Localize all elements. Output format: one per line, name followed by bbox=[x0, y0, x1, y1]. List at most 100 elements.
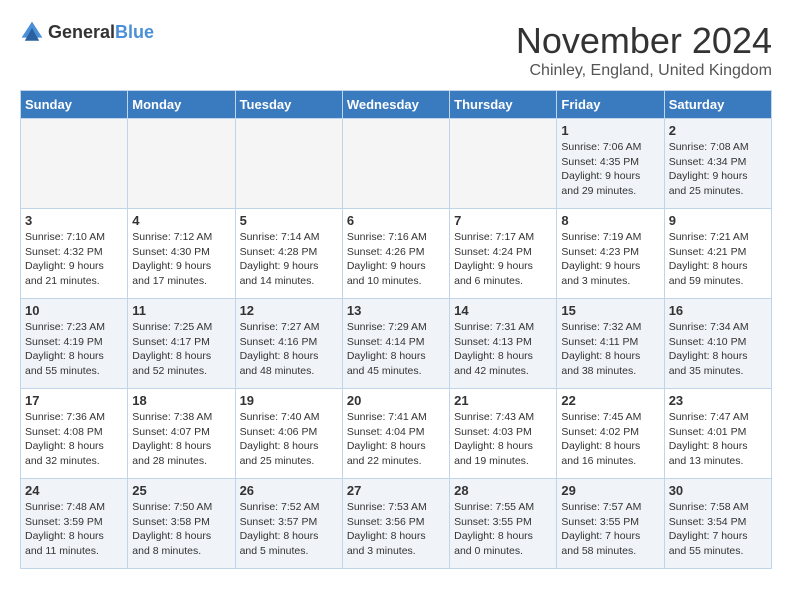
calendar-cell: 22 Sunrise: 7:45 AMSunset: 4:02 PMDayligh… bbox=[557, 389, 664, 479]
day-info: Sunrise: 7:32 AMSunset: 4:11 PMDaylight:… bbox=[561, 320, 659, 379]
calendar-week-row: 1 Sunrise: 7:06 AMSunset: 4:35 PMDaylight… bbox=[21, 119, 772, 209]
calendar-cell bbox=[235, 119, 342, 209]
calendar-cell bbox=[450, 119, 557, 209]
calendar-cell: 17 Sunrise: 7:36 AMSunset: 4:08 PMDayligh… bbox=[21, 389, 128, 479]
day-number: 5 bbox=[240, 213, 338, 228]
day-info: Sunrise: 7:58 AMSunset: 3:54 PMDaylight:… bbox=[669, 500, 767, 559]
logo-icon bbox=[20, 20, 44, 44]
day-number: 26 bbox=[240, 483, 338, 498]
day-info: Sunrise: 7:27 AMSunset: 4:16 PMDaylight:… bbox=[240, 320, 338, 379]
day-info: Sunrise: 7:38 AMSunset: 4:07 PMDaylight:… bbox=[132, 410, 230, 469]
day-number: 12 bbox=[240, 303, 338, 318]
day-number: 10 bbox=[25, 303, 123, 318]
day-number: 15 bbox=[561, 303, 659, 318]
calendar-cell: 19Sunrise: 7:40 AMSunset: 4:06 PMDayligh… bbox=[235, 389, 342, 479]
location-subtitle: Chinley, England, United Kingdom bbox=[516, 62, 772, 80]
calendar-cell: 16 Sunrise: 7:34 AMSunset: 4:10 PMDayligh… bbox=[664, 299, 771, 389]
day-info: Sunrise: 7:50 AMSunset: 3:58 PMDaylight:… bbox=[132, 500, 230, 559]
day-info: Sunrise: 7:21 AMSunset: 4:21 PMDaylight:… bbox=[669, 230, 767, 289]
day-info: Sunrise: 7:45 AMSunset: 4:02 PMDaylight:… bbox=[561, 410, 659, 469]
day-info: Sunrise: 7:53 AMSunset: 3:56 PMDaylight:… bbox=[347, 500, 445, 559]
day-number: 11 bbox=[132, 303, 230, 318]
calendar-cell: 30 Sunrise: 7:58 AMSunset: 3:54 PMDayligh… bbox=[664, 479, 771, 569]
day-number: 22 bbox=[561, 393, 659, 408]
calendar-cell: 10 Sunrise: 7:23 AMSunset: 4:19 PMDayligh… bbox=[21, 299, 128, 389]
day-info: Sunrise: 7:25 AMSunset: 4:17 PMDaylight:… bbox=[132, 320, 230, 379]
day-info: Sunrise: 7:14 AMSunset: 4:28 PMDaylight:… bbox=[240, 230, 338, 289]
day-number: 1 bbox=[561, 123, 659, 138]
calendar-cell: 6Sunrise: 7:16 AMSunset: 4:26 PMDaylight… bbox=[342, 209, 449, 299]
day-info: Sunrise: 7:29 AMSunset: 4:14 PMDaylight:… bbox=[347, 320, 445, 379]
calendar-cell: 20 Sunrise: 7:41 AMSunset: 4:04 PMDayligh… bbox=[342, 389, 449, 479]
calendar-cell: 29 Sunrise: 7:57 AMSunset: 3:55 PMDayligh… bbox=[557, 479, 664, 569]
calendar-cell: 28 Sunrise: 7:55 AMSunset: 3:55 PMDayligh… bbox=[450, 479, 557, 569]
day-info: Sunrise: 7:31 AMSunset: 4:13 PMDaylight:… bbox=[454, 320, 552, 379]
day-number: 29 bbox=[561, 483, 659, 498]
calendar-cell: 15 Sunrise: 7:32 AMSunset: 4:11 PMDayligh… bbox=[557, 299, 664, 389]
day-info: Sunrise: 7:52 AMSunset: 3:57 PMDaylight:… bbox=[240, 500, 338, 559]
calendar-cell: 1 Sunrise: 7:06 AMSunset: 4:35 PMDaylight… bbox=[557, 119, 664, 209]
header-area: GeneralBlue November 2024 Chinley, Engla… bbox=[20, 20, 772, 80]
calendar-cell: 21Sunrise: 7:43 AMSunset: 4:03 PMDayligh… bbox=[450, 389, 557, 479]
day-number: 23 bbox=[669, 393, 767, 408]
day-number: 3 bbox=[25, 213, 123, 228]
day-number: 24 bbox=[25, 483, 123, 498]
day-number: 20 bbox=[347, 393, 445, 408]
calendar-cell bbox=[128, 119, 235, 209]
calendar-cell: 4Sunrise: 7:12 AMSunset: 4:30 PMDaylight… bbox=[128, 209, 235, 299]
calendar-cell bbox=[21, 119, 128, 209]
day-number: 13 bbox=[347, 303, 445, 318]
day-info: Sunrise: 7:08 AMSunset: 4:34 PMDaylight:… bbox=[669, 140, 767, 199]
day-info: Sunrise: 7:19 AMSunset: 4:23 PMDaylight:… bbox=[561, 230, 659, 289]
logo-general: General bbox=[48, 22, 115, 42]
day-number: 30 bbox=[669, 483, 767, 498]
calendar-cell: 18Sunrise: 7:38 AMSunset: 4:07 PMDayligh… bbox=[128, 389, 235, 479]
day-info: Sunrise: 7:48 AMSunset: 3:59 PMDaylight:… bbox=[25, 500, 123, 559]
day-info: Sunrise: 7:12 AMSunset: 4:30 PMDaylight:… bbox=[132, 230, 230, 289]
logo-blue: Blue bbox=[115, 22, 154, 42]
calendar-cell bbox=[342, 119, 449, 209]
calendar-cell: 14 Sunrise: 7:31 AMSunset: 4:13 PMDayligh… bbox=[450, 299, 557, 389]
calendar-cell: 3 Sunrise: 7:10 AMSunset: 4:32 PMDaylight… bbox=[21, 209, 128, 299]
calendar-cell: 5 Sunrise: 7:14 AMSunset: 4:28 PMDaylight… bbox=[235, 209, 342, 299]
calendar-cell: 7Sunrise: 7:17 AMSunset: 4:24 PMDaylight… bbox=[450, 209, 557, 299]
calendar-cell: 13 Sunrise: 7:29 AMSunset: 4:14 PMDayligh… bbox=[342, 299, 449, 389]
calendar-cell: 26 Sunrise: 7:52 AMSunset: 3:57 PMDayligh… bbox=[235, 479, 342, 569]
calendar-week-row: 24 Sunrise: 7:48 AMSunset: 3:59 PMDayligh… bbox=[21, 479, 772, 569]
calendar-cell: 8 Sunrise: 7:19 AMSunset: 4:23 PMDaylight… bbox=[557, 209, 664, 299]
weekday-header-wednesday: Wednesday bbox=[342, 91, 449, 119]
day-info: Sunrise: 7:17 AMSunset: 4:24 PMDaylight:… bbox=[454, 230, 552, 289]
day-number: 8 bbox=[561, 213, 659, 228]
month-year-title: November 2024 bbox=[516, 20, 772, 62]
day-number: 17 bbox=[25, 393, 123, 408]
calendar-cell: 23 Sunrise: 7:47 AMSunset: 4:01 PMDayligh… bbox=[664, 389, 771, 479]
day-number: 16 bbox=[669, 303, 767, 318]
day-number: 14 bbox=[454, 303, 552, 318]
day-number: 25 bbox=[132, 483, 230, 498]
day-number: 2 bbox=[669, 123, 767, 138]
day-info: Sunrise: 7:41 AMSunset: 4:04 PMDaylight:… bbox=[347, 410, 445, 469]
weekday-header-saturday: Saturday bbox=[664, 91, 771, 119]
day-info: Sunrise: 7:23 AMSunset: 4:19 PMDaylight:… bbox=[25, 320, 123, 379]
day-info: Sunrise: 7:16 AMSunset: 4:26 PMDaylight:… bbox=[347, 230, 445, 289]
calendar-cell: 12 Sunrise: 7:27 AMSunset: 4:16 PMDayligh… bbox=[235, 299, 342, 389]
calendar-week-row: 3 Sunrise: 7:10 AMSunset: 4:32 PMDaylight… bbox=[21, 209, 772, 299]
weekday-header-row: SundayMondayTuesdayWednesdayThursdayFrid… bbox=[21, 91, 772, 119]
day-number: 28 bbox=[454, 483, 552, 498]
day-info: Sunrise: 7:57 AMSunset: 3:55 PMDaylight:… bbox=[561, 500, 659, 559]
day-info: Sunrise: 7:10 AMSunset: 4:32 PMDaylight:… bbox=[25, 230, 123, 289]
day-info: Sunrise: 7:06 AMSunset: 4:35 PMDaylight:… bbox=[561, 140, 659, 199]
day-number: 9 bbox=[669, 213, 767, 228]
weekday-header-friday: Friday bbox=[557, 91, 664, 119]
day-number: 19 bbox=[240, 393, 338, 408]
day-info: Sunrise: 7:36 AMSunset: 4:08 PMDaylight:… bbox=[25, 410, 123, 469]
calendar-table: SundayMondayTuesdayWednesdayThursdayFrid… bbox=[20, 90, 772, 569]
day-info: Sunrise: 7:55 AMSunset: 3:55 PMDaylight:… bbox=[454, 500, 552, 559]
day-info: Sunrise: 7:34 AMSunset: 4:10 PMDaylight:… bbox=[669, 320, 767, 379]
day-info: Sunrise: 7:47 AMSunset: 4:01 PMDaylight:… bbox=[669, 410, 767, 469]
weekday-header-thursday: Thursday bbox=[450, 91, 557, 119]
weekday-header-tuesday: Tuesday bbox=[235, 91, 342, 119]
day-number: 27 bbox=[347, 483, 445, 498]
calendar-cell: 24 Sunrise: 7:48 AMSunset: 3:59 PMDayligh… bbox=[21, 479, 128, 569]
calendar-cell: 25 Sunrise: 7:50 AMSunset: 3:58 PMDayligh… bbox=[128, 479, 235, 569]
